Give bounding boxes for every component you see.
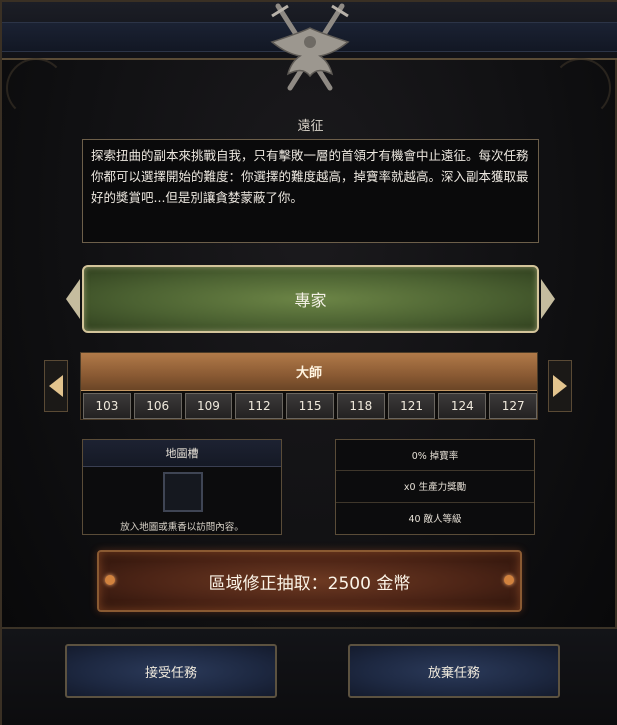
accept-quest-button[interactable]: 接受任務 xyxy=(65,644,277,698)
arrow-right-icon xyxy=(553,375,567,397)
abandon-quest-button[interactable]: 放棄任務 xyxy=(348,644,560,698)
difficulty-glow-right xyxy=(541,279,555,319)
arrow-left-icon xyxy=(49,375,63,397)
corner-ornament-left xyxy=(6,58,66,118)
level-button[interactable]: 115 xyxy=(286,393,334,419)
tier-label: 大師 xyxy=(295,366,322,381)
quest-window: 遠征 探索扭曲的副本來挑戰自我，只有擊敗一層的首領才有機會中止遠征。每次任務你都… xyxy=(0,0,617,725)
level-button[interactable]: 103 xyxy=(83,393,131,419)
corner-ornament-right xyxy=(551,58,611,118)
tier-prev-button[interactable] xyxy=(44,360,68,412)
map-socket[interactable] xyxy=(163,472,203,512)
map-slot-title: 地圖槽 xyxy=(83,440,281,467)
level-button[interactable]: 106 xyxy=(133,393,182,419)
abandon-quest-label: 放棄任務 xyxy=(427,665,480,681)
stats-panel: 0% 掉寶率 x0 生產力獎勵 40 敵人等級 xyxy=(335,439,535,535)
enemy-level-stat: 40 敵人等級 xyxy=(408,514,462,526)
stud-ornament xyxy=(105,575,115,585)
tier-header: 大師 xyxy=(81,353,537,391)
stud-ornament xyxy=(504,575,514,585)
region-modifier-draw-button[interactable]: 區域修正抽取：2500 金幣 xyxy=(97,550,522,612)
productivity-stat: x0 生產力獎勵 xyxy=(336,471,534,503)
difficulty-glow-left xyxy=(66,279,80,319)
tier-next-button[interactable] xyxy=(548,360,572,412)
region-modifier-draw-label: 區域修正抽取：2500 金幣 xyxy=(208,573,411,594)
level-button[interactable]: 112 xyxy=(235,393,284,419)
level-button[interactable]: 127 xyxy=(489,393,538,419)
level-button[interactable]: 109 xyxy=(184,393,233,419)
level-button[interactable]: 121 xyxy=(387,393,436,419)
difficulty-label: 專家 xyxy=(294,291,327,310)
accept-quest-label: 接受任務 xyxy=(144,665,197,681)
map-slot-hint: 放入地圖或熏香以訪問內容。 xyxy=(120,522,244,533)
drop-rate-stat: 0% 掉寶率 xyxy=(336,440,534,472)
level-button[interactable]: 124 xyxy=(438,393,487,419)
map-slot-panel: 地圖槽 放入地圖或熏香以訪問內容。 xyxy=(82,439,282,535)
crossed-swords-eagle-icon xyxy=(270,3,350,91)
difficulty-selector-button[interactable]: 專家 xyxy=(82,265,539,333)
tier-panel: 大師 103 106 109 112 115 118 121 124 127 xyxy=(80,352,538,420)
window-title: 遠征 xyxy=(297,119,324,134)
level-list: 103 106 109 112 115 118 121 124 127 xyxy=(83,393,538,419)
level-button[interactable]: 118 xyxy=(336,393,385,419)
quest-description: 探索扭曲的副本來挑戰自我，只有擊敗一層的首領才有機會中止遠征。每次任務你都可以選… xyxy=(82,139,539,243)
